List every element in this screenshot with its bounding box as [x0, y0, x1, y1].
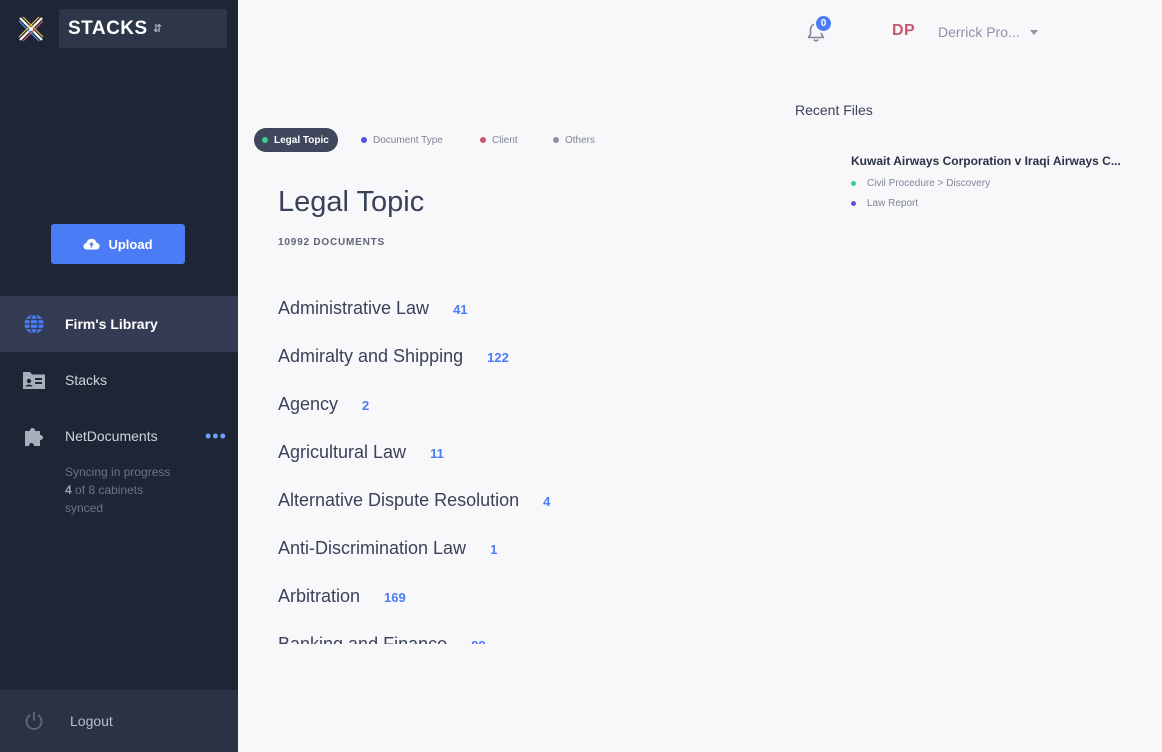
power-icon [23, 710, 45, 732]
sidebar: STACKS ⇵ Upload Firm's Library Stacks Ne… [0, 0, 238, 752]
puzzle-icon [22, 425, 46, 447]
list-item[interactable]: Agency 2 [278, 380, 698, 428]
logout-button[interactable]: Logout [0, 690, 238, 752]
topic-name: Administrative Law [278, 297, 430, 318]
folder-icon [22, 369, 46, 391]
recent-file-item: Kuwait Airways Corporation v Iraqi Airwa… [851, 154, 1126, 209]
filter-client[interactable]: Client [480, 128, 518, 152]
filter-label: Document Type [373, 134, 443, 146]
topic-count: 1 [490, 542, 498, 557]
recent-files-heading: Recent Files [795, 102, 873, 118]
tag-label: Law Report [867, 197, 919, 209]
logout-label: Logout [70, 713, 113, 729]
workspace-switcher[interactable]: STACKS ⇵ [59, 9, 227, 48]
filter-label: Others [565, 134, 596, 146]
sync-status-line: Syncing in progress [65, 465, 171, 479]
globe-icon [22, 313, 46, 335]
sidebar-item-label: Stacks [65, 372, 108, 388]
filter-legal-topic[interactable]: Legal Topic [254, 128, 338, 152]
sidebar-item-netdocuments[interactable]: NetDocuments ••• [0, 408, 238, 464]
filter-dot [361, 137, 367, 143]
list-item[interactable]: Administrative Law 41 [278, 284, 698, 332]
topic-name: Anti-Discrimination Law [278, 537, 467, 558]
workspace-name: STACKS [68, 17, 148, 39]
filter-dot [480, 137, 486, 143]
sidebar-item-stacks[interactable]: Stacks [0, 352, 238, 408]
topic-name: Alternative Dispute Resolution [278, 489, 520, 510]
sync-done-count: 4 [65, 483, 72, 497]
sync-progress-line: 4 of 8 cabinets [65, 481, 205, 499]
recent-file-link[interactable]: Kuwait Airways Corporation v Iraqi Airwa… [851, 154, 1121, 168]
avatar[interactable]: DP [892, 22, 915, 40]
caret-down-icon[interactable] [1030, 30, 1038, 35]
list-item[interactable]: Agricultural Law 11 [278, 428, 698, 476]
topic-list: Administrative Law 41 Admiralty and Ship… [278, 284, 698, 645]
stacks-logo-icon[interactable] [18, 16, 44, 42]
topic-count: 2 [362, 398, 370, 413]
list-item[interactable]: Alternative Dispute Resolution 4 [278, 476, 698, 524]
list-item[interactable]: Admiralty and Shipping 122 [278, 332, 698, 380]
topic-name: Agency [278, 393, 339, 414]
sync-status-line: synced [65, 501, 104, 515]
topic-count: 4 [543, 494, 551, 509]
list-item[interactable]: Arbitration 169 [278, 572, 698, 620]
tag-label: Civil Procedure > Discovery [867, 177, 991, 189]
topic-count: 169 [384, 590, 406, 605]
list-item[interactable]: Anti-Discrimination Law 1 [278, 524, 698, 572]
topic-count: 88 [471, 638, 485, 644]
filter-document-type[interactable]: Document Type [361, 128, 443, 152]
file-tag: Law Report [851, 197, 1126, 209]
page-title: Legal Topic [278, 186, 425, 218]
sidebar-item-label: NetDocuments [65, 428, 158, 444]
updown-chevron-icon: ⇵ [152, 23, 162, 35]
topic-count: 11 [430, 446, 444, 461]
upload-button[interactable]: Upload [51, 224, 185, 264]
user-menu[interactable]: Derrick Pro... [938, 24, 1020, 40]
topic-name: Agricultural Law [278, 441, 407, 462]
list-item[interactable]: Banking and Finance 88 [278, 620, 698, 645]
sync-status: Syncing in progress 4 of 8 cabinets sync… [65, 463, 205, 517]
more-options-icon[interactable]: ••• [205, 427, 227, 445]
filter-dot [553, 137, 559, 143]
sidebar-item-firms-library[interactable]: Firm's Library [0, 296, 238, 352]
upload-label: Upload [108, 236, 153, 252]
sync-total: of 8 cabinets [75, 483, 144, 497]
topic-name: Banking and Finance [278, 633, 448, 645]
tag-dot [851, 200, 856, 206]
topic-count: 122 [487, 350, 509, 365]
filter-dot [262, 137, 268, 143]
filter-label: Client [492, 134, 518, 146]
tag-dot [851, 180, 856, 186]
filter-others[interactable]: Others [553, 128, 595, 152]
notification-count-badge: 0 [814, 14, 833, 33]
file-tag: Civil Procedure > Discovery [851, 177, 1126, 189]
cloud-upload-icon [83, 238, 100, 250]
topic-count: 41 [453, 302, 468, 317]
topic-name: Arbitration [278, 585, 361, 606]
document-count: 10992 DOCUMENTS [278, 237, 386, 248]
filter-label: Legal Topic [274, 134, 329, 146]
topic-name: Admiralty and Shipping [278, 345, 464, 366]
sidebar-item-label: Firm's Library [65, 316, 158, 332]
